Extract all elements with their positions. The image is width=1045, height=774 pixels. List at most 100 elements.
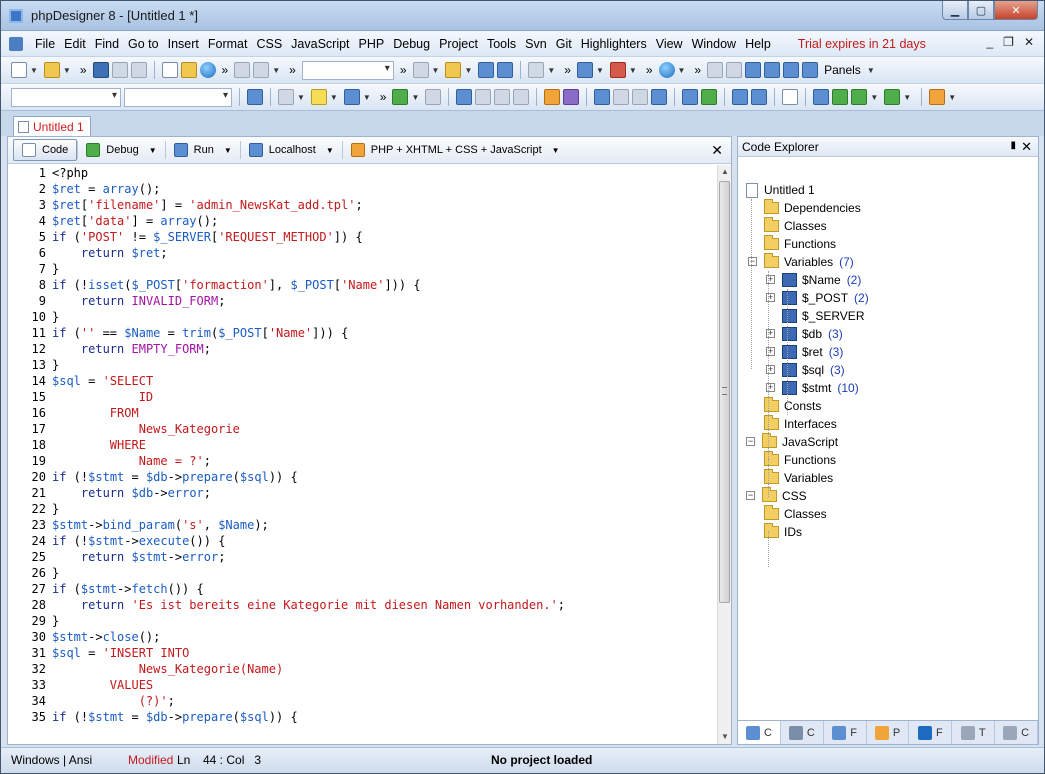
code-line[interactable]: 24 if (!$stmt->execute()) { [8,533,226,549]
tree-item[interactable]: Untitled 1 [746,181,815,199]
new-file-icon[interactable] [11,62,27,78]
tree-item[interactable]: Classes [764,217,827,235]
clock-icon[interactable] [343,89,360,105]
tree-item[interactable]: $_SERVER [782,307,864,325]
menu-format[interactable]: Format [204,37,252,51]
save-icon[interactable] [92,62,109,78]
menu-help[interactable]: Help [741,37,775,51]
debug-button[interactable]: Debug ▼ [78,139,164,161]
debug-stop-icon[interactable] [884,89,901,105]
fullscreen-icon[interactable] [783,62,800,78]
tree-item[interactable]: $db (3) [782,325,843,343]
debug-run-icon[interactable] [832,89,849,105]
explorer-tab[interactable]: C [781,721,824,744]
open-file-dropdown-icon[interactable]: ▼ [63,66,71,75]
cut-icon[interactable] [234,62,251,78]
bookmark-icon[interactable] [412,62,429,78]
close-editor-button[interactable]: ✕ [711,142,723,159]
panels-button[interactable]: Panels [824,63,861,77]
code-beautifier-icon[interactable] [563,89,580,105]
menu-window[interactable]: Window [688,37,740,51]
close-file-icon[interactable] [161,62,178,78]
split-vertical-icon[interactable] [764,62,781,78]
indent-icon[interactable] [456,89,473,105]
layout-alt-icon[interactable] [726,62,743,78]
code-line[interactable]: 12 return EMPTY_FORM; [8,341,211,357]
export-icon[interactable] [613,89,630,105]
uncomment-icon[interactable] [513,89,530,105]
web-dropdown-icon[interactable]: ▼ [678,66,686,75]
class-combo[interactable] [11,87,121,107]
code-line[interactable]: 31 $sql = 'INSERT INTO [8,645,190,661]
menu-file[interactable]: File [31,37,59,51]
code-line[interactable]: 29} [8,613,60,629]
calendar-icon[interactable] [278,89,294,105]
tab-untitled-1[interactable]: Untitled 1 [13,116,91,137]
tree-item[interactable]: $sql (3) [782,361,845,379]
image-icon[interactable] [701,89,718,105]
localhost-button[interactable]: Localhost ▼ [241,139,342,161]
template-icon[interactable] [310,89,327,105]
code-line[interactable]: 16 FROM [8,405,139,421]
menu-insert[interactable]: Insert [164,37,203,51]
menu-javascript[interactable]: JavaScript [287,37,353,51]
paste-icon[interactable] [253,62,270,78]
code-view-button[interactable]: Code [13,139,78,161]
vertical-scrollbar[interactable]: ▲ ▼ [717,165,731,744]
tree-item[interactable]: Variables [764,469,833,487]
code-line[interactable]: 23 $stmt->bind_param('s', $Name); [8,517,269,533]
code-line[interactable]: 34 (?)'; [8,693,175,709]
sync-icon[interactable] [247,89,263,105]
code-line[interactable]: 1 <?php [8,165,88,181]
checkbox-icon[interactable] [651,89,668,105]
toolbar-chevron[interactable]: » [80,63,87,77]
code-line[interactable]: 22} [8,501,60,517]
tree-item[interactable]: $stmt (10) [782,379,859,397]
code-line[interactable]: 28 return 'Es ist bereits eine Kategorie… [8,597,565,613]
menu-goto[interactable]: Go to [124,37,163,51]
mdi-minimize-button[interactable]: _ [986,35,993,49]
code-line[interactable]: 25 return $stmt->error; [8,549,226,565]
menu-svn[interactable]: Svn [521,37,551,51]
inspect-icon[interactable] [609,62,626,78]
code-line[interactable]: 7} [8,261,59,277]
code-line[interactable]: 2 $ret = array(); [8,181,161,197]
navigate-back-dropdown-icon[interactable]: ▼ [547,66,555,75]
toolbar-chevron[interactable]: » [694,63,701,77]
panels-icon[interactable] [802,62,819,78]
run-script-icon[interactable] [392,89,409,105]
code-line[interactable]: 9 return INVALID_FORM; [8,293,226,309]
open-file-icon[interactable] [43,62,60,78]
tree-item[interactable]: JavaScript [762,433,838,451]
run-script-dropdown-icon[interactable]: ▼ [411,93,419,102]
code-line[interactable]: 4 $ret['data'] = array(); [8,213,218,229]
menu-edit[interactable]: Edit [60,37,90,51]
collapse-icon[interactable]: − [748,257,757,266]
tree-item[interactable]: Interfaces [764,415,837,433]
code-line[interactable]: 26} [8,565,60,581]
code-editor[interactable]: 1 <?php 2 $ret = array(); 3 $ret['filename'] … [8,165,716,744]
web-icon[interactable] [658,62,675,78]
tree-item[interactable]: Classes [764,505,827,523]
code-line[interactable]: 32 News_Kategorie(Name) [8,661,284,677]
code-line[interactable]: 3 $ret['filename'] = 'admin_NewsKat_add.t… [8,197,363,213]
explorer-tab[interactable]: C [738,721,781,744]
tree-item[interactable]: IDs [764,523,802,541]
menu-git[interactable]: Git [552,37,576,51]
comment-icon[interactable] [494,89,511,105]
toolbar-chevron[interactable]: » [289,63,296,77]
frame-icon[interactable] [782,89,799,105]
edit-tool-icon[interactable] [929,89,946,105]
code-line[interactable]: 5 if ('POST' != $_SERVER['REQUEST_METHOD'… [8,229,363,245]
close-button[interactable]: ✕ [994,1,1038,20]
toolbar-chevron[interactable]: » [400,63,407,77]
recent-files-icon[interactable] [180,62,197,78]
toolbar-chevron[interactable]: » [564,63,571,77]
code-line[interactable]: 19 Name = ?'; [8,453,211,469]
save-as-icon[interactable] [111,62,128,78]
debug-stop-dropdown-icon[interactable]: ▼ [903,93,911,102]
tree-item[interactable]: Functions [764,451,836,469]
menu-css[interactable]: CSS [252,37,286,51]
bookmark-dropdown-icon[interactable]: ▼ [432,66,440,75]
explorer-tab[interactable]: F [909,721,953,744]
